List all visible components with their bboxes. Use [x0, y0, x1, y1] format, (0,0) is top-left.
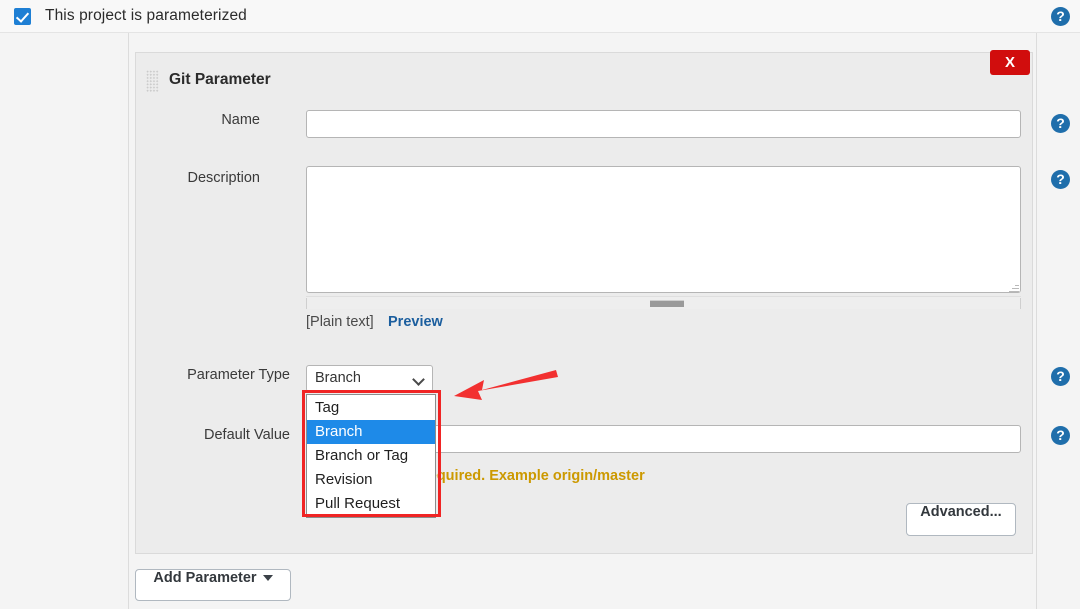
description-textarea[interactable]	[306, 166, 1021, 293]
dropdown-option-pull-request[interactable]: Pull Request	[307, 492, 435, 516]
this-project-is-parameterized-checkbox[interactable]	[14, 8, 31, 25]
parameter-type-dropdown-list[interactable]: TagBranchBranch or TagRevisionPull Reque…	[306, 394, 436, 518]
default-value-label: Default Value	[150, 427, 290, 443]
parameter-type-select[interactable]: Branch	[306, 365, 433, 392]
parameterized-bar: This project is parameterized	[0, 0, 1080, 33]
panel-title: Git Parameter	[169, 71, 271, 89]
dropdown-option-branch-or-tag[interactable]: Branch or Tag	[307, 444, 435, 468]
this-project-is-parameterized-label: This project is parameterized	[45, 7, 247, 25]
description-horizontal-scrollbar[interactable]	[306, 296, 1021, 309]
left-gutter-divider	[128, 33, 129, 609]
right-gutter-divider	[1036, 33, 1037, 609]
close-icon[interactable]: X	[990, 50, 1030, 75]
help-icon-default-value[interactable]: ?	[1051, 426, 1070, 445]
caret-down-icon	[263, 575, 273, 581]
parameter-type-label: Parameter Type	[130, 367, 290, 383]
help-icon-description[interactable]: ?	[1051, 170, 1070, 189]
name-input[interactable]	[306, 110, 1021, 138]
add-parameter-button[interactable]: Add Parameter	[135, 569, 291, 601]
advanced-button[interactable]: Advanced...	[906, 503, 1016, 536]
drag-handle-icon[interactable]	[146, 70, 159, 92]
dropdown-option-tag[interactable]: Tag	[307, 396, 435, 420]
help-icon-name[interactable]: ?	[1051, 114, 1070, 133]
dropdown-option-revision[interactable]: Revision	[307, 468, 435, 492]
preview-link[interactable]: Preview	[388, 314, 443, 330]
scrollbar-thumb[interactable]	[650, 300, 684, 307]
help-icon-parameterized[interactable]: ?	[1051, 7, 1070, 26]
parameter-type-selected-value: Branch	[315, 370, 361, 386]
markup-format-note: [Plain text]	[306, 314, 374, 330]
description-label: Description	[150, 170, 260, 186]
help-icon-parameter-type[interactable]: ?	[1051, 367, 1070, 386]
name-label: Name	[150, 112, 260, 128]
add-parameter-label: Add Parameter	[153, 570, 256, 586]
dropdown-option-branch[interactable]: Branch	[307, 420, 435, 444]
page-root: This project is parameterized ? Git Para…	[0, 0, 1080, 609]
default-value-warning: is required. Example origin/master	[407, 468, 645, 484]
chevron-down-icon	[412, 373, 425, 386]
